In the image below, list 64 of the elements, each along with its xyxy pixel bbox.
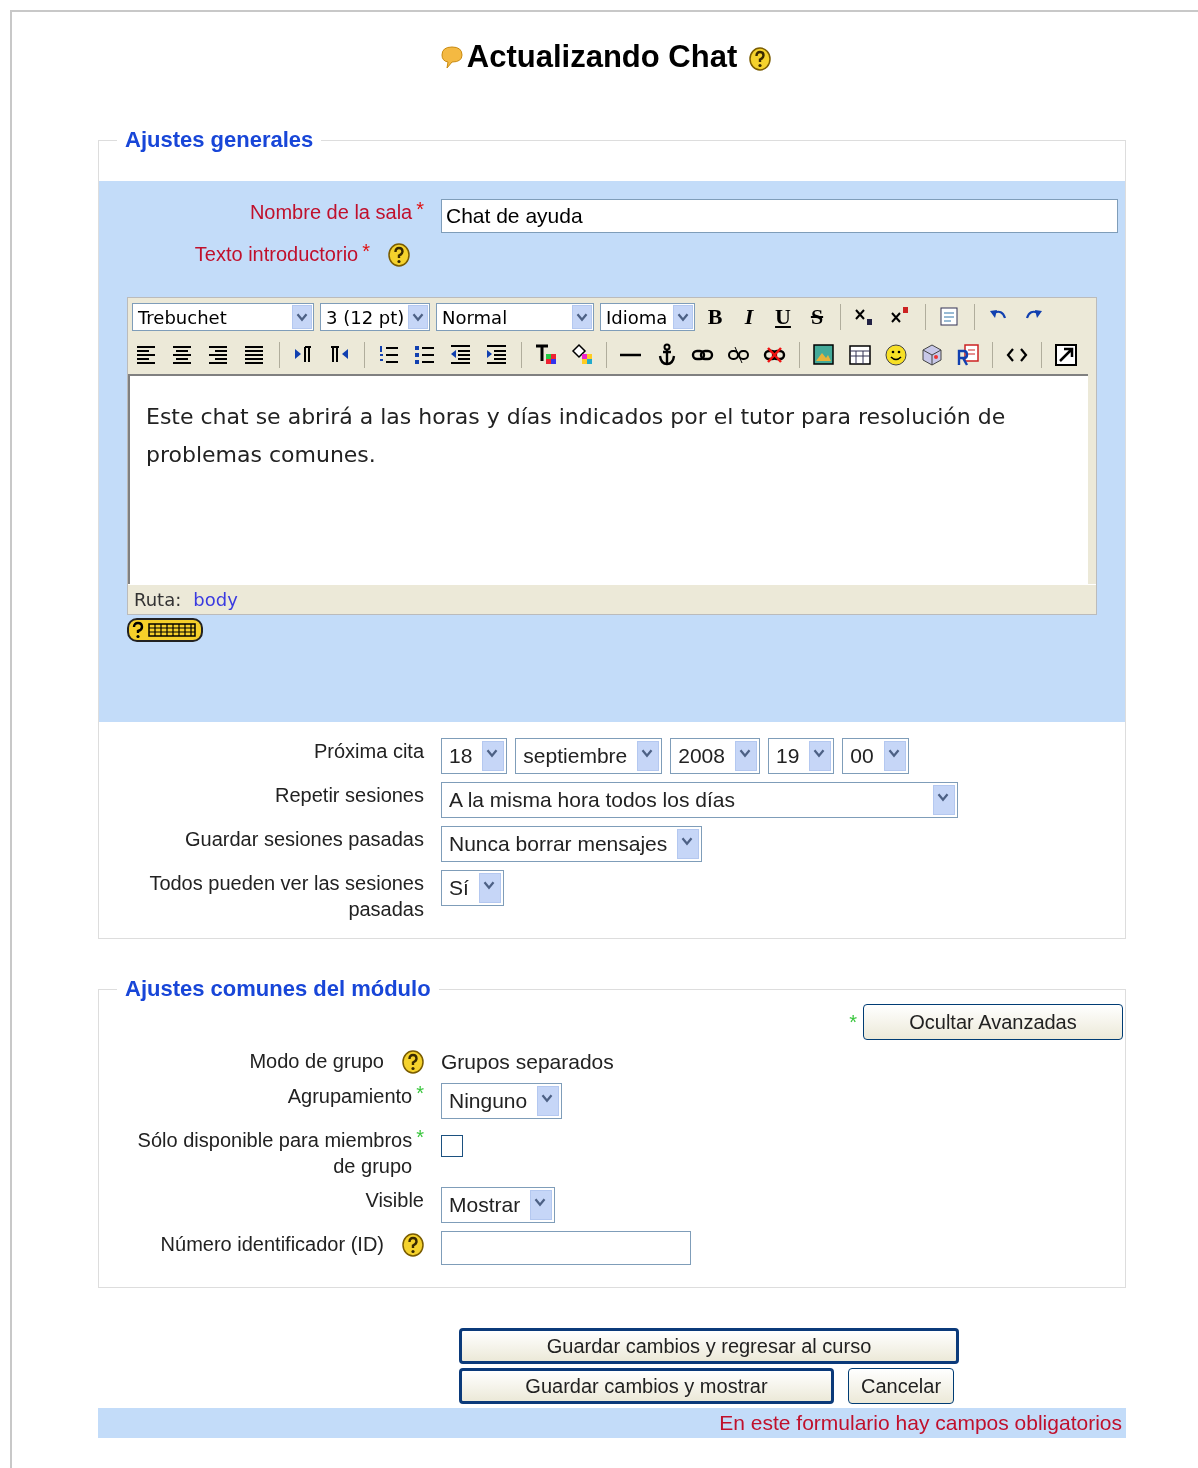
help-icon[interactable]	[749, 47, 772, 71]
table-icon[interactable]	[848, 343, 872, 367]
background-color-icon[interactable]	[570, 343, 594, 367]
text-color-icon[interactable]	[534, 343, 558, 367]
text-field[interactable]	[441, 1231, 691, 1265]
field-label: Guardar sesiones pasadas	[184, 827, 424, 852]
field-label: Sólo disponible para miembros de grupo	[136, 1128, 413, 1179]
checkbox[interactable]	[441, 1135, 463, 1157]
chat-icon	[438, 44, 465, 70]
field-label: Nombre de la sala	[249, 200, 413, 225]
keyboard-help-icon[interactable]	[127, 618, 203, 642]
editor-text[interactable]: Este chat se abrirá a las horas y días indicados por el tutor para resolución de problemas comunes.	[128, 374, 1088, 584]
select-field[interactable]: 19	[767, 738, 835, 774]
toolbar-select[interactable]: Idioma	[600, 303, 695, 331]
path-link[interactable]: body	[193, 589, 238, 610]
toggle-advanced-button[interactable]: Ocultar Avanzadas	[863, 1004, 1123, 1040]
field-label: Número identificador (ID)	[160, 1232, 384, 1257]
help-icon[interactable]	[388, 243, 410, 267]
save-show-button[interactable]: Guardar cambios y mostrar	[459, 1368, 834, 1404]
required-note: En este formulario hay campos obligatorios	[98, 1408, 1126, 1438]
toolbar-select[interactable]: Normal	[436, 303, 594, 331]
help-icon[interactable]	[402, 1233, 424, 1257]
toolbar-select[interactable]: 3 (12 pt)	[320, 303, 430, 331]
format-button[interactable]: S	[803, 304, 831, 330]
cancel-button[interactable]: Cancelar	[848, 1368, 955, 1404]
outdent-icon[interactable]	[449, 343, 473, 367]
save-return-button[interactable]: Guardar cambios y regresar al curso	[459, 1328, 959, 1364]
cube-icon[interactable]	[920, 343, 944, 367]
advanced-mark: *	[416, 1127, 424, 1147]
image-icon[interactable]	[812, 343, 836, 367]
help-icon[interactable]	[402, 1050, 424, 1074]
advanced-mark: *	[849, 1012, 857, 1032]
required-mark: *	[416, 199, 424, 219]
smiley-icon[interactable]	[884, 343, 908, 367]
field-value: Grupos separados	[441, 1050, 614, 1073]
select-field[interactable]: 00	[842, 738, 909, 774]
field-label: Texto introductorio	[194, 242, 359, 267]
select-field[interactable]: Mostrar	[441, 1187, 556, 1223]
field-label: Repetir sesiones	[275, 783, 424, 808]
format-button[interactable]: I	[735, 304, 763, 330]
toolbar-select[interactable]: Trebuchet	[132, 303, 314, 331]
bullet-list-icon[interactable]	[413, 343, 437, 367]
format-button[interactable]: B	[701, 304, 729, 330]
text-field[interactable]: Chat de ayuda	[441, 199, 1118, 233]
select-field[interactable]: Nunca borrar mensajes	[441, 826, 703, 862]
select-field[interactable]: 2008	[670, 738, 760, 774]
indent-icon[interactable]	[485, 343, 509, 367]
field-label: Modo de grupo	[249, 1049, 384, 1074]
field-label: Próxima cita	[313, 739, 424, 764]
field-label: Agrupamiento	[287, 1084, 413, 1109]
select-field[interactable]: Ninguno	[441, 1083, 563, 1119]
select-field[interactable]: A la misma hora todos los días	[441, 782, 958, 818]
required-mark: *	[362, 241, 370, 261]
advanced-mark: *	[416, 1083, 424, 1103]
field-label: Todos pueden ver las sesiones pasadas	[148, 871, 424, 922]
page-title: Actualizando Chat	[466, 39, 738, 75]
format-button[interactable]: U	[769, 304, 797, 330]
select-field[interactable]: septiembre	[515, 738, 663, 774]
select-field[interactable]: 18	[441, 738, 508, 774]
select-field[interactable]: Sí	[441, 870, 504, 906]
find-replace-icon[interactable]	[956, 343, 980, 367]
fullscreen-icon[interactable]	[1054, 343, 1078, 367]
field-label: Visible	[365, 1188, 424, 1213]
path-label: Ruta:	[134, 589, 182, 610]
